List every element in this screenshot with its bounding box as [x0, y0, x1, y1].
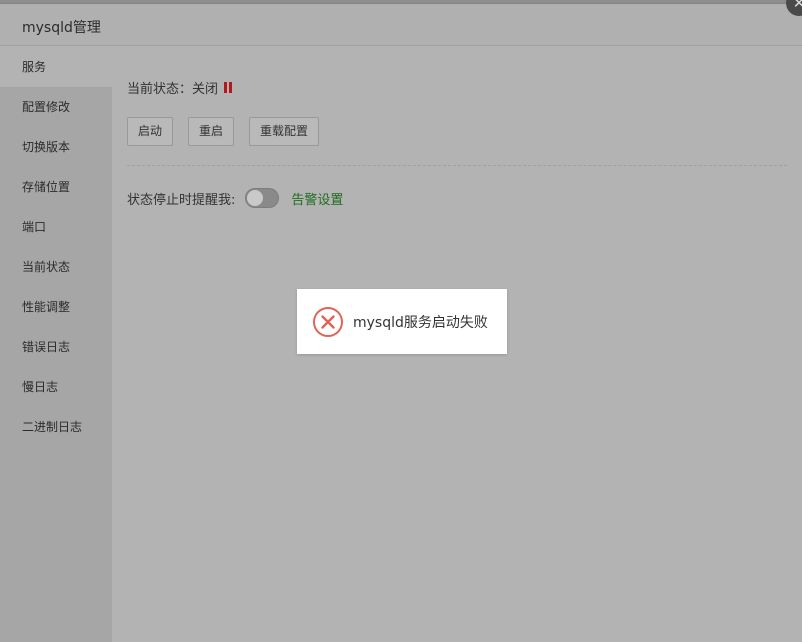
sidebar-item-current-status[interactable]: 当前状态: [0, 247, 112, 287]
sidebar-item-config[interactable]: 配置修改: [0, 87, 112, 127]
error-circle-icon: [313, 306, 343, 337]
sidebar-item-service[interactable]: 服务: [0, 47, 112, 87]
error-toast: mysqld服务启动失败: [297, 289, 507, 354]
sidebar-item-port[interactable]: 端口: [0, 207, 112, 247]
sidebar: 服务 配置修改 切换版本 存储位置 端口 当前状态 性能调整 错误日志 慢日志 …: [0, 47, 112, 642]
start-button[interactable]: 启动: [127, 117, 174, 146]
reload-config-button[interactable]: 重载配置: [249, 117, 320, 146]
sidebar-item-switch-version[interactable]: 切换版本: [0, 127, 112, 167]
toast-message: mysqld服务启动失败: [353, 314, 488, 331]
alert-settings-link[interactable]: 告警设置: [291, 189, 343, 208]
divider: [127, 165, 787, 166]
sidebar-item-slow-log[interactable]: 慢日志: [0, 367, 112, 407]
sidebar-item-binary-log[interactable]: 二进制日志: [0, 407, 112, 447]
service-actions: 启动 重启 重载配置: [127, 117, 334, 146]
toggle-knob: [247, 190, 264, 206]
pause-icon: [224, 82, 233, 93]
title-bar[interactable]: mysqld管理: [0, 4, 802, 46]
alert-row: 状态停止时提醒我: 告警设置: [127, 188, 343, 208]
alert-label: 状态停止时提醒我:: [127, 192, 236, 208]
status-value: 关闭: [192, 82, 219, 97]
alert-toggle[interactable]: [245, 188, 280, 208]
sidebar-item-storage[interactable]: 存储位置: [0, 167, 112, 207]
status-label: 当前状态：: [127, 82, 193, 97]
sidebar-item-error-log[interactable]: 错误日志: [0, 327, 112, 367]
sidebar-item-performance[interactable]: 性能调整: [0, 287, 112, 327]
restart-button[interactable]: 重启: [188, 117, 235, 146]
status-row: 当前状态： 关闭: [127, 78, 233, 97]
dialog-title: mysqld管理: [22, 20, 101, 36]
